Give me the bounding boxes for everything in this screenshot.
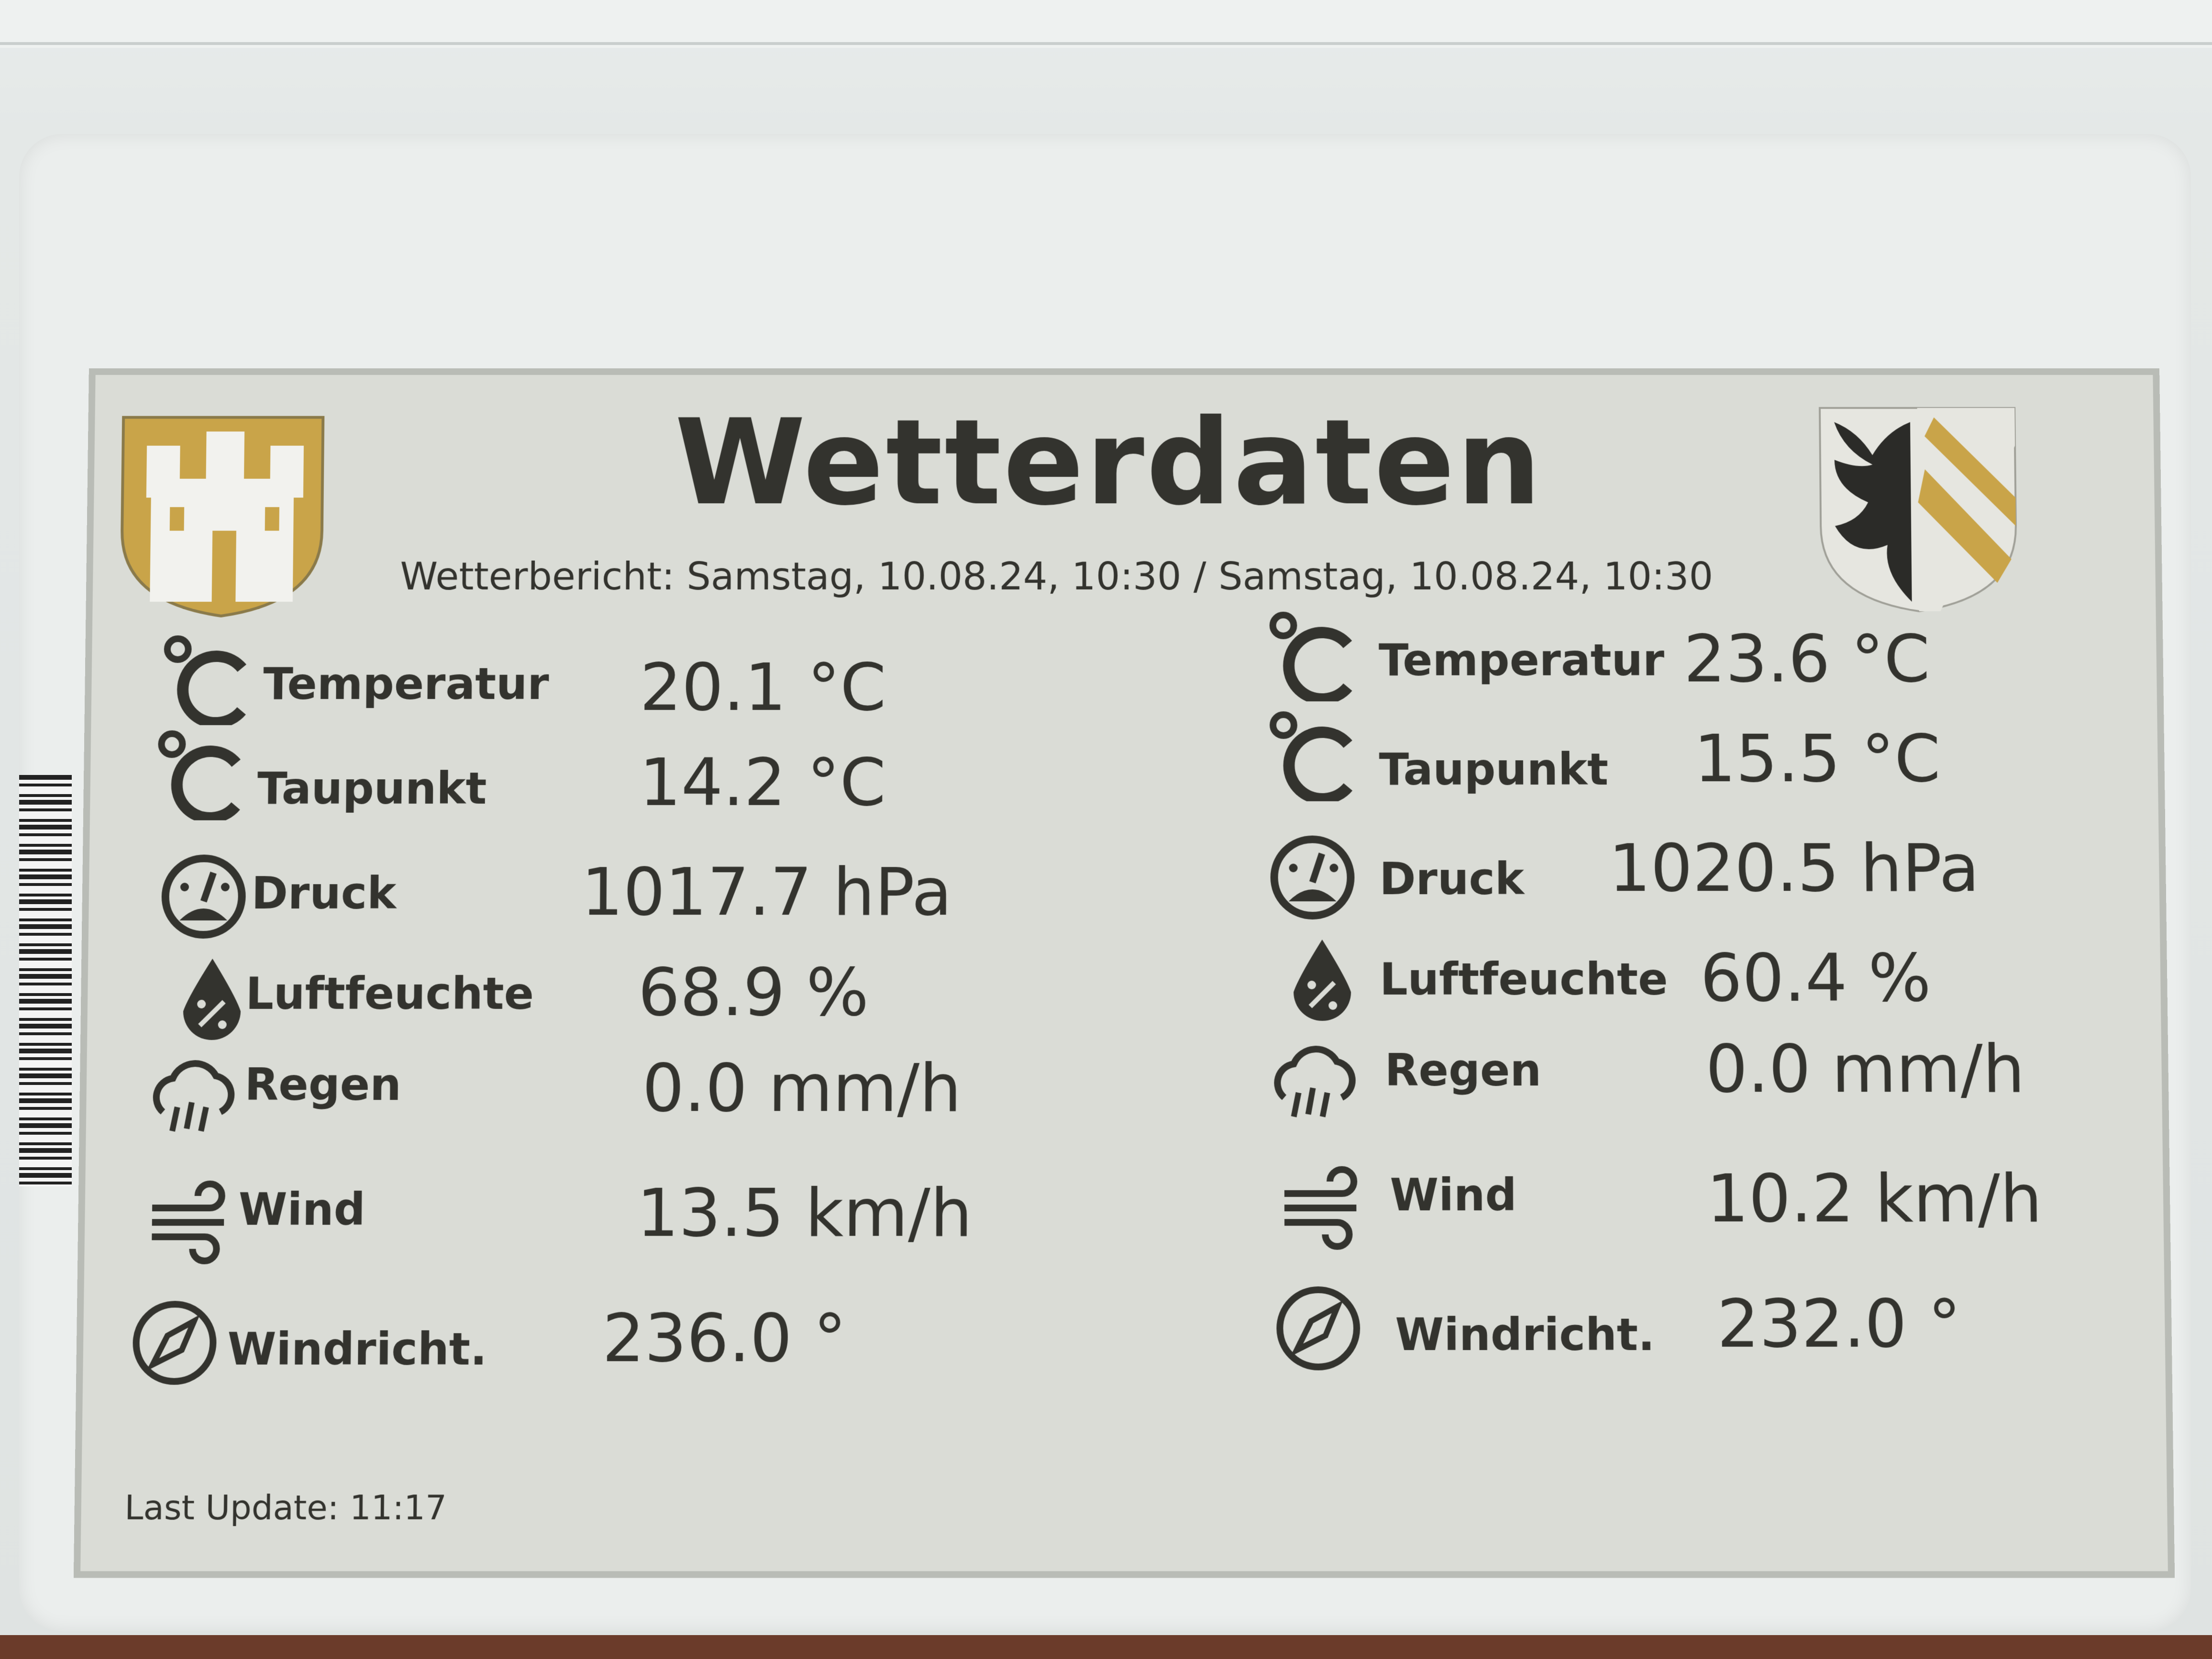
right-wind-label: Wind [1390, 1169, 1517, 1221]
left-pressure-value: 1017.7 hPa [581, 853, 952, 931]
left-humidity-value: 68.9 % [638, 954, 869, 1031]
compass-icon [126, 1294, 223, 1391]
right-pressure-value: 1020.5 hPa [1608, 830, 1980, 907]
barcode-sticker [19, 775, 72, 1186]
left-pressure-label: Druck [251, 868, 397, 919]
right-wind-direction-label: Windricht. [1395, 1309, 1655, 1361]
last-update-label: Last Update: 11:17 [124, 1488, 447, 1528]
rain-cloud-icon [144, 1050, 241, 1146]
right-humidity-label: Luftfeuchte [1379, 954, 1668, 1005]
weather-report-timestamp: Wetterbericht: Samstag, 10.08.24, 10:30 … [399, 554, 1714, 598]
compass-icon [1270, 1280, 1366, 1377]
right-humidity-value: 60.4 % [1700, 940, 1932, 1017]
right-temperature-label: Temperatur [1378, 635, 1665, 686]
left-rain-value: 0.0 mm/h [642, 1050, 962, 1127]
gauge-icon [155, 849, 252, 945]
eink-screen: Wetterdaten Wetterbericht: Samstag, 10.0… [73, 368, 2175, 1578]
left-rain-label: Regen [244, 1059, 402, 1111]
right-dewpoint-value: 15.5 °C [1693, 720, 1941, 797]
eagle-crest [1815, 403, 2022, 616]
wind-icon [142, 1170, 239, 1266]
right-wind-direction-value: 232.0 ° [1716, 1285, 1962, 1363]
left-humidity-label: Luftfeuchte [245, 968, 534, 1020]
left-dewpoint-label: Taupunkt [257, 763, 487, 814]
wall-background [0, 0, 2212, 48]
castle-crest [116, 413, 332, 621]
humidity-drop-icon [1293, 940, 1351, 1021]
left-wind-direction-value: 236.0 ° [602, 1299, 847, 1377]
celsius-icon [1264, 706, 1360, 801]
left-wind-direction-label: Windricht. [227, 1323, 487, 1375]
right-rain-value: 0.0 mm/h [1705, 1030, 2025, 1108]
left-temperature-label: Temperatur [263, 658, 549, 710]
left-dewpoint-value: 14.2 °C [639, 744, 886, 821]
left-wind-label: Wind [238, 1183, 366, 1236]
eink-device-frame: Wetterdaten Wetterbericht: Samstag, 10.0… [19, 134, 2191, 1631]
wind-icon [1275, 1155, 1371, 1251]
right-temperature-value: 23.6 °C [1683, 620, 1930, 697]
right-dewpoint-label: Taupunkt [1379, 744, 1609, 795]
page-title: Wetterdaten [674, 394, 1544, 531]
right-wind-value: 10.2 km/h [1706, 1160, 2043, 1238]
right-rain-label: Regen [1384, 1045, 1542, 1096]
table-surface [0, 1635, 2212, 1659]
gauge-icon [1265, 830, 1360, 925]
celsius-icon [1264, 607, 1360, 701]
left-wind-value: 13.5 km/h [636, 1174, 973, 1252]
rain-cloud-icon [1265, 1035, 1361, 1131]
left-temperature-value: 20.1 °C [640, 649, 886, 726]
wall-edge [0, 42, 2212, 45]
celsius-icon [152, 725, 249, 820]
right-pressure-label: Druck [1379, 853, 1525, 905]
celsius-icon [158, 630, 254, 725]
